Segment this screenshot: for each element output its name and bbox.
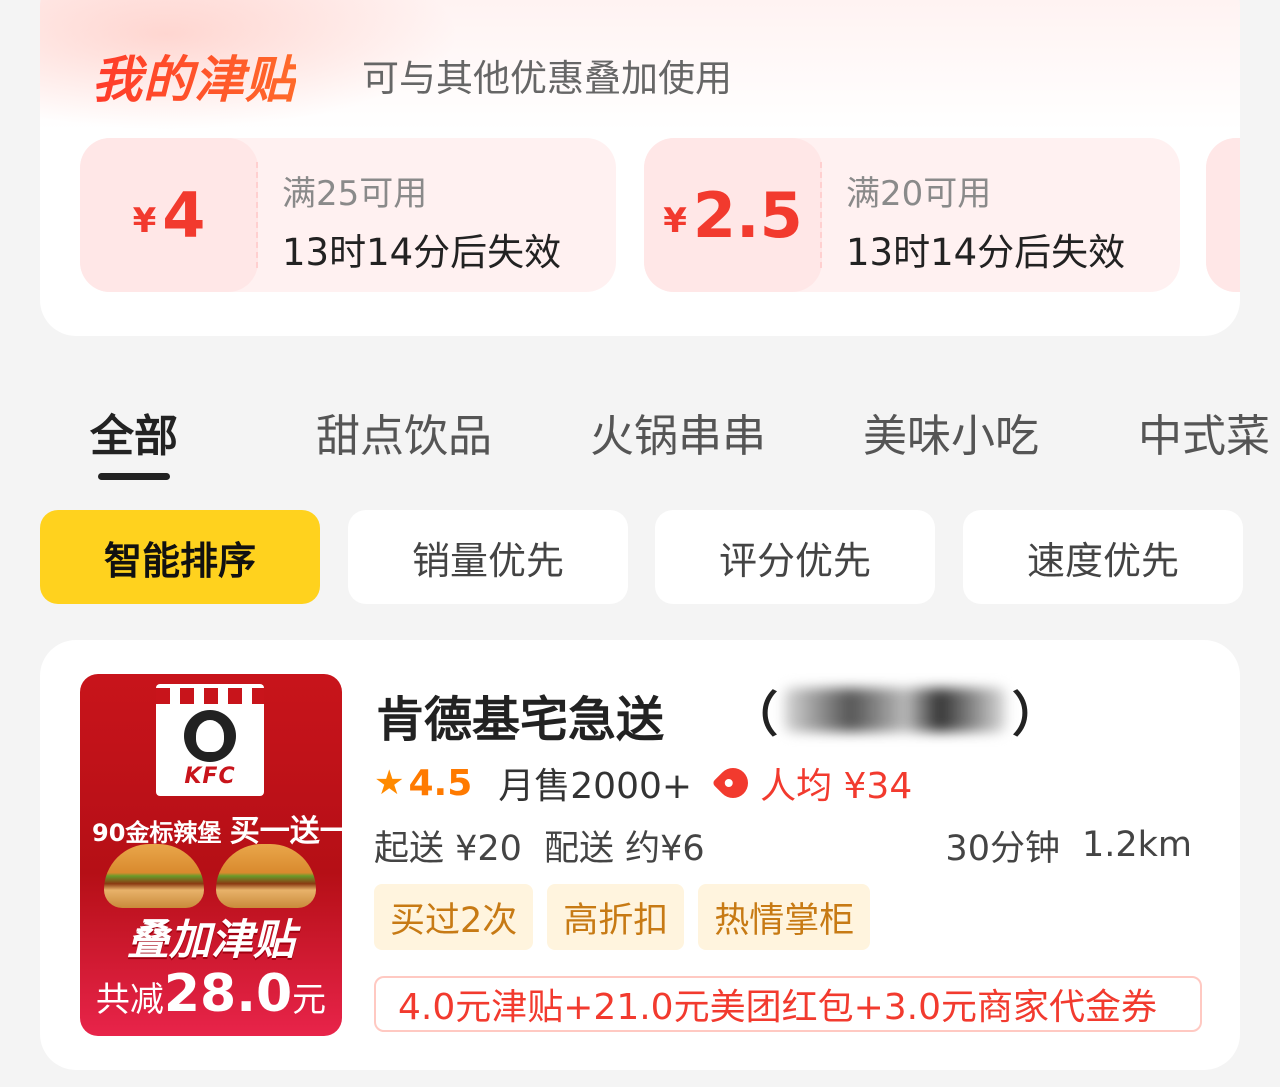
tab-chinese-dishes[interactable]: 中式菜 bbox=[1138, 400, 1270, 464]
total-label: 共减 bbox=[95, 980, 164, 1020]
subsidy-subtitle: 可与其他优惠叠加使用 bbox=[362, 57, 732, 100]
burger-icon bbox=[216, 844, 316, 908]
promo-small: 90金标辣堡 bbox=[92, 819, 222, 847]
store-name[interactable]: 肯德基宅急送 bbox=[376, 680, 664, 750]
store-branch-redacted: （ ） bbox=[730, 680, 1060, 743]
brand-label: KFC bbox=[184, 764, 236, 789]
sort-smart-button[interactable]: 智能排序 bbox=[40, 510, 320, 604]
coupon-condition: 满20可用 bbox=[846, 174, 992, 214]
monthly-sales: 月售2000+ bbox=[498, 766, 693, 807]
subsidy-card: 我的津贴 可与其他优惠叠加使用 ¥ 4 满25可用 13时14分后失效 ¥ 2.… bbox=[40, 0, 1240, 336]
coupon-divider bbox=[256, 162, 258, 268]
coupon-expiry: 13时14分后失效 bbox=[282, 231, 562, 274]
thumb-stack-label: 叠加津贴 bbox=[126, 915, 295, 964]
eta-row: 30分钟 1.2km bbox=[945, 820, 1192, 870]
coupon-expiry: 13时14分后失效 bbox=[846, 231, 1126, 274]
coupon-value: 2.5 bbox=[692, 178, 803, 252]
tab-all[interactable]: 全部 bbox=[90, 400, 178, 464]
colonel-icon bbox=[184, 710, 236, 762]
sort-sales-button[interactable]: 销量优先 bbox=[348, 510, 628, 604]
store-tags: 买过2次 高折扣 热情掌柜 bbox=[374, 884, 871, 950]
tab-snacks[interactable]: 美味小吃 bbox=[863, 400, 1039, 464]
coupon-partial[interactable] bbox=[1206, 138, 1240, 292]
total-value: 28.0 bbox=[163, 964, 293, 1024]
store-tag: 买过2次 bbox=[374, 884, 534, 950]
coupon-amount bbox=[1206, 138, 1240, 292]
coupon-value: 4 bbox=[162, 178, 206, 252]
store-thumbnail[interactable]: KFC 90金标辣堡 买一送一 叠加津贴 共减28.0元 bbox=[80, 674, 342, 1036]
paren-open: （ bbox=[730, 687, 779, 743]
rating-value: 4.5 bbox=[408, 762, 473, 804]
coupon[interactable]: ¥ 2.5 满20可用 13时14分后失效 bbox=[644, 138, 1180, 292]
subsidy-title: 我的津贴 bbox=[92, 40, 296, 112]
star-icon: ★ bbox=[374, 763, 405, 803]
coupon[interactable]: ¥ 4 满25可用 13时14分后失效 bbox=[80, 138, 616, 292]
coupon-amount: ¥ 2.5 bbox=[644, 138, 822, 292]
kfc-logo: KFC bbox=[156, 684, 264, 796]
delivery-time: 30分钟 bbox=[945, 828, 1060, 869]
store-tag: 热情掌柜 bbox=[698, 884, 871, 950]
tab-hotpot[interactable]: 火锅串串 bbox=[590, 400, 766, 464]
currency-symbol: ¥ bbox=[132, 201, 157, 241]
rating-row: ★ 4.5 月售2000+ 人均 ¥34 bbox=[374, 758, 912, 808]
coupon-divider bbox=[820, 162, 822, 268]
price-tag-icon bbox=[711, 761, 755, 805]
store-card[interactable]: KFC 90金标辣堡 买一送一 叠加津贴 共减28.0元 肯德基宅急送 （ ） … bbox=[40, 640, 1240, 1070]
min-order: 起送 ¥20 bbox=[374, 828, 522, 869]
tab-active-indicator bbox=[98, 473, 170, 480]
burger-image bbox=[104, 844, 324, 914]
thumb-total: 共减28.0元 bbox=[80, 964, 342, 1024]
distance: 1.2km bbox=[1081, 825, 1192, 865]
currency-symbol: ¥ bbox=[663, 201, 687, 241]
category-tabs: 全部 甜点饮品 火锅串串 美味小吃 中式菜 bbox=[0, 400, 1280, 490]
total-unit: 元 bbox=[292, 980, 327, 1020]
delivery-fee: 配送 约¥6 bbox=[543, 828, 705, 869]
discount-summary: 4.0元津贴+21.0元美团红包+3.0元商家代金券 bbox=[374, 976, 1202, 1032]
redacted-text bbox=[784, 688, 1006, 732]
logo-stripes bbox=[156, 688, 264, 704]
delivery-row: 起送 ¥20 配送 约¥6 bbox=[374, 820, 705, 870]
avg-price: 人均 ¥34 bbox=[760, 766, 913, 807]
sort-rating-button[interactable]: 评分优先 bbox=[655, 510, 935, 604]
store-tag: 高折扣 bbox=[547, 884, 685, 950]
burger-icon bbox=[104, 844, 204, 908]
coupon-condition: 满25可用 bbox=[282, 174, 428, 214]
paren-close: ） bbox=[1011, 687, 1060, 743]
tab-desserts-drinks[interactable]: 甜点饮品 bbox=[316, 400, 492, 464]
coupon-amount: ¥ 4 bbox=[80, 138, 258, 292]
sort-speed-button[interactable]: 速度优先 bbox=[963, 510, 1243, 604]
